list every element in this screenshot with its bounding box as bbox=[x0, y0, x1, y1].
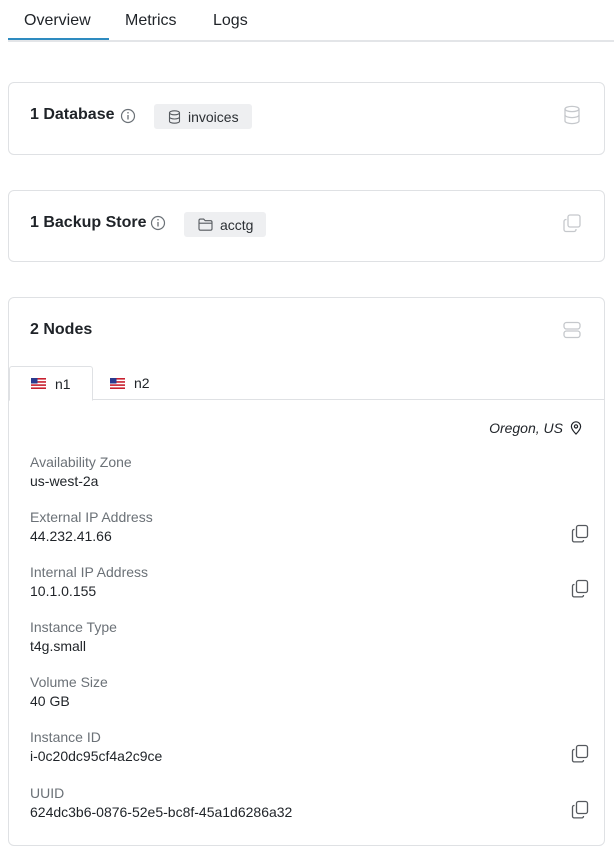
map-pin-icon bbox=[570, 421, 582, 435]
tab-node-n2[interactable]: n2 bbox=[89, 366, 171, 400]
field-value: t4g.small bbox=[30, 638, 87, 654]
copy-icon[interactable] bbox=[570, 799, 590, 819]
field-availability-zone: Availability Zone us-west-2a bbox=[30, 454, 590, 489]
database-icon bbox=[564, 105, 580, 125]
database-chip[interactable]: invoices bbox=[154, 104, 252, 129]
info-icon[interactable] bbox=[120, 108, 136, 124]
tab-overview[interactable]: Overview bbox=[24, 12, 91, 30]
tab-metrics[interactable]: Metrics bbox=[125, 12, 177, 30]
field-label: UUID bbox=[30, 785, 65, 801]
field-label: Availability Zone bbox=[30, 454, 132, 470]
backup-stores-card: 1 Backup Store acctg bbox=[8, 190, 605, 262]
field-label: Instance Type bbox=[30, 619, 117, 635]
nodes-title: 2 Nodes bbox=[30, 321, 93, 338]
database-icon bbox=[168, 109, 181, 124]
tab-bar: Overview Metrics Logs bbox=[8, 0, 614, 42]
backup-store-chip[interactable]: acctg bbox=[184, 212, 267, 237]
us-flag-icon bbox=[31, 378, 46, 389]
server-icon bbox=[563, 321, 581, 339]
field-instance-id: Instance ID i-0c20dc95cf4a2c9ce bbox=[30, 729, 590, 764]
field-value: us-west-2a bbox=[30, 473, 99, 489]
backup-store-chip-label: acctg bbox=[220, 216, 254, 233]
field-value: 44.232.41.66 bbox=[30, 528, 112, 544]
field-value: i-0c20dc95cf4a2c9ce bbox=[30, 748, 163, 764]
tab-logs[interactable]: Logs bbox=[213, 12, 248, 30]
field-label: External IP Address bbox=[30, 509, 153, 525]
folder-icon bbox=[198, 218, 213, 231]
field-value: 10.1.0.155 bbox=[30, 583, 97, 599]
field-value: 624dc3b6-0876-52e5-bc8f-45a1d6286a32 bbox=[30, 804, 293, 820]
node-tab-label: n2 bbox=[134, 375, 150, 391]
copy-icon[interactable] bbox=[570, 523, 590, 543]
node-tab-label: n1 bbox=[55, 375, 71, 392]
copy-icon[interactable] bbox=[570, 578, 590, 598]
nodes-card: 2 Nodes n1 n2 Oregon, US Availability Zo… bbox=[8, 297, 605, 846]
us-flag-icon bbox=[110, 377, 125, 389]
database-chip-label: invoices bbox=[188, 108, 239, 125]
location-text: Oregon, US bbox=[489, 420, 563, 436]
node-location: Oregon, US bbox=[489, 420, 582, 436]
info-icon[interactable] bbox=[150, 215, 166, 231]
databases-title: 1 Database bbox=[30, 106, 115, 123]
field-label: Volume Size bbox=[30, 674, 108, 690]
node-tab-bar: n1 n2 bbox=[9, 366, 604, 401]
field-uuid: UUID 624dc3b6-0876-52e5-bc8f-45a1d6286a3… bbox=[30, 785, 590, 820]
tab-node-n1[interactable]: n1 bbox=[9, 366, 93, 401]
field-volume-size: Volume Size 40 GB bbox=[30, 674, 590, 709]
field-value: 40 GB bbox=[30, 693, 70, 709]
field-internal-ip: Internal IP Address 10.1.0.155 bbox=[30, 564, 590, 599]
backup-stores-title: 1 Backup Store bbox=[30, 214, 147, 231]
databases-card: 1 Database invoices bbox=[8, 82, 605, 155]
copy-icon[interactable] bbox=[570, 743, 590, 763]
field-label: Instance ID bbox=[30, 729, 101, 745]
copy-stack-icon bbox=[563, 214, 581, 233]
field-external-ip: External IP Address 44.232.41.66 bbox=[30, 509, 590, 544]
field-label: Internal IP Address bbox=[30, 564, 149, 580]
field-instance-type: Instance Type t4g.small bbox=[30, 619, 590, 654]
active-tab-indicator bbox=[8, 38, 109, 40]
